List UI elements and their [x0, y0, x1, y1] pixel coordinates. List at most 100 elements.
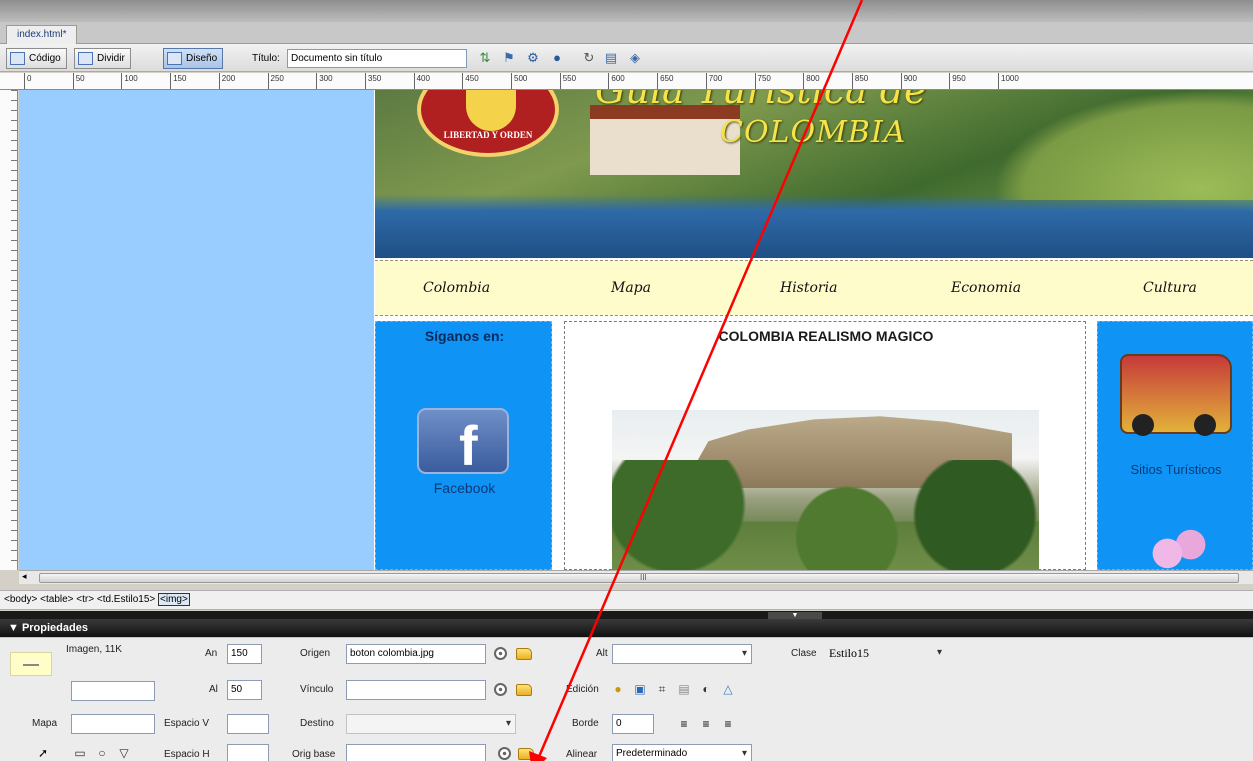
chiva-bus-image[interactable] — [1120, 354, 1232, 436]
ruler-label: 250 — [270, 74, 284, 83]
ruler-tick — [316, 73, 318, 89]
ruler-tick — [121, 73, 123, 89]
document-title-input[interactable]: Documento sin título — [287, 49, 467, 68]
align-right-icon[interactable]: ≡ — [720, 716, 736, 732]
circle-hotspot-icon[interactable]: ○ — [94, 745, 110, 761]
resample-icon[interactable]: ▤ — [676, 681, 692, 697]
clase-select[interactable]: Estilo15 — [826, 644, 946, 664]
selected-img-tag[interactable]: <img> — [158, 593, 190, 606]
center-title: COLOMBIA REALISMO MAGICO — [718, 328, 934, 344]
ruler-label: 750 — [757, 74, 771, 83]
visual-aids-icon[interactable]: ◈ — [626, 50, 644, 66]
fortress-photo[interactable] — [612, 410, 1039, 570]
espacio-h-field[interactable] — [227, 744, 269, 761]
link-browse-folder-icon[interactable] — [516, 684, 532, 696]
mapa-field[interactable] — [71, 714, 155, 734]
nav-colombia[interactable]: Colombia — [423, 280, 490, 296]
edit-settings-icon[interactable]: ▣ — [632, 681, 648, 697]
right-sidebar-cell: Sitios Turísticos — [1097, 321, 1253, 570]
ruler-tick — [949, 73, 951, 89]
split-view-button[interactable]: Dividir — [74, 48, 131, 69]
nav-economia[interactable]: Economia — [951, 280, 1021, 296]
left-social-cell: Síganos en: f Facebook — [375, 321, 552, 570]
pointer-hotspot-icon[interactable]: ➚ — [35, 745, 51, 761]
origen-field[interactable]: boton colombia.jpg — [346, 644, 486, 664]
nav-cultura[interactable]: Cultura — [1143, 280, 1197, 296]
left-empty-area — [19, 90, 374, 570]
link-point-to-file-icon[interactable] — [494, 683, 507, 696]
ruler-label: 0 — [27, 74, 32, 83]
origen-label: Origen — [300, 648, 331, 659]
espacio-v-label: Espacio V — [164, 718, 210, 729]
nav-historia[interactable]: Historia — [780, 280, 837, 296]
tag-path[interactable]: <body> <table> <tr> <td.Estilo15> — [4, 594, 158, 605]
scrollbar-thumb[interactable]: III — [39, 573, 1239, 583]
code-icon — [10, 52, 25, 65]
tag-selector-bar: <body> <table> <tr> <td.Estilo15> <img> — [0, 590, 1253, 610]
base-point-to-file-icon[interactable] — [498, 747, 511, 760]
mapa-label: Mapa — [32, 718, 58, 729]
panel-divider[interactable]: ▼ — [0, 611, 1253, 619]
align-left-icon[interactable]: ≡ — [676, 716, 692, 732]
facebook-label[interactable]: Facebook — [376, 480, 553, 496]
image-thumbnail — [10, 652, 52, 676]
alinear-label: Alinear — [566, 749, 598, 760]
clase-label: Clase — [791, 648, 817, 659]
trees-shape — [612, 460, 1039, 570]
orig-base-field[interactable] — [346, 744, 486, 761]
emblem-text: LIBERTAD Y ORDEN — [443, 130, 533, 140]
ruler-tick — [72, 73, 74, 89]
espacio-v-field[interactable] — [227, 714, 269, 734]
banner-image[interactable]: LIBERTAD Y ORDEN Guia Turistica de COLOM… — [375, 90, 1253, 258]
horizontal-scrollbar[interactable]: ◂ III — [19, 570, 1253, 584]
properties-panel: Imagen, 11K An 150 Al 50 Origen boton co… — [0, 637, 1253, 761]
center-content-cell: COLOMBIA REALISMO MAGICO — [564, 321, 1086, 570]
ruler-label: 450 — [465, 74, 479, 83]
design-view-button[interactable]: Diseño — [163, 48, 224, 69]
destino-label: Destino — [300, 718, 334, 729]
code-view-button[interactable]: Código — [6, 48, 67, 69]
base-browse-folder-icon[interactable] — [518, 748, 534, 760]
design-canvas[interactable]: LIBERTAD Y ORDEN Guia Turistica de COLOM… — [19, 90, 1253, 570]
collapse-handle-icon[interactable]: ▼ — [768, 612, 822, 619]
facebook-f-glyph: f — [459, 414, 478, 477]
browse-folder-icon[interactable] — [516, 648, 532, 660]
globe-icon[interactable]: ● — [548, 50, 566, 66]
preview-browser-icon[interactable]: ⚑ — [500, 50, 518, 66]
document-tab[interactable]: index.html* — [6, 25, 78, 44]
scroll-left-arrow-icon[interactable]: ◂ — [22, 571, 27, 582]
sitios-turisticos-link[interactable]: Sitios Turísticos — [1098, 462, 1253, 477]
alt-field[interactable] — [612, 644, 752, 664]
banner-hill — [993, 90, 1253, 200]
image-name-field[interactable] — [71, 681, 155, 701]
facebook-icon[interactable]: f — [417, 408, 509, 474]
point-to-file-icon[interactable] — [494, 647, 507, 660]
edit-image-icon[interactable]: ● — [610, 681, 626, 697]
view-options-icon[interactable]: ▤ — [602, 50, 620, 66]
height-field[interactable]: 50 — [227, 680, 262, 700]
nav-mapa[interactable]: Mapa — [611, 280, 651, 296]
brightness-icon[interactable]: ◐ — [698, 681, 714, 697]
alinear-select[interactable]: Predeterminado — [612, 744, 752, 761]
ruler-tick — [851, 73, 853, 89]
flower-image — [1150, 527, 1208, 570]
vinculo-field[interactable] — [346, 680, 486, 700]
refresh-icon[interactable]: ↻ — [580, 50, 598, 66]
alt-label: Alt — [596, 648, 608, 659]
file-management-icon[interactable]: ⇅ — [476, 50, 494, 66]
rect-hotspot-icon[interactable]: ▭ — [72, 745, 88, 761]
crop-icon[interactable]: ⌗ — [654, 681, 670, 697]
design-icon — [167, 52, 182, 65]
ruler-tick — [218, 73, 220, 89]
ruler-label: 550 — [562, 74, 577, 83]
align-center-icon[interactable]: ≡ — [698, 716, 714, 732]
ruler-tick — [657, 73, 659, 89]
check-browser-icon[interactable]: ⚙ — [524, 50, 542, 66]
sharpen-icon[interactable]: △ — [720, 681, 736, 697]
ruler-label: 100 — [124, 74, 138, 83]
borde-field[interactable]: 0 — [612, 714, 654, 734]
polygon-hotspot-icon[interactable]: ▽ — [116, 745, 132, 761]
ruler-label: 400 — [416, 74, 430, 83]
properties-header[interactable]: ▼ Propiedades — [0, 619, 1253, 637]
width-field[interactable]: 150 — [227, 644, 262, 664]
